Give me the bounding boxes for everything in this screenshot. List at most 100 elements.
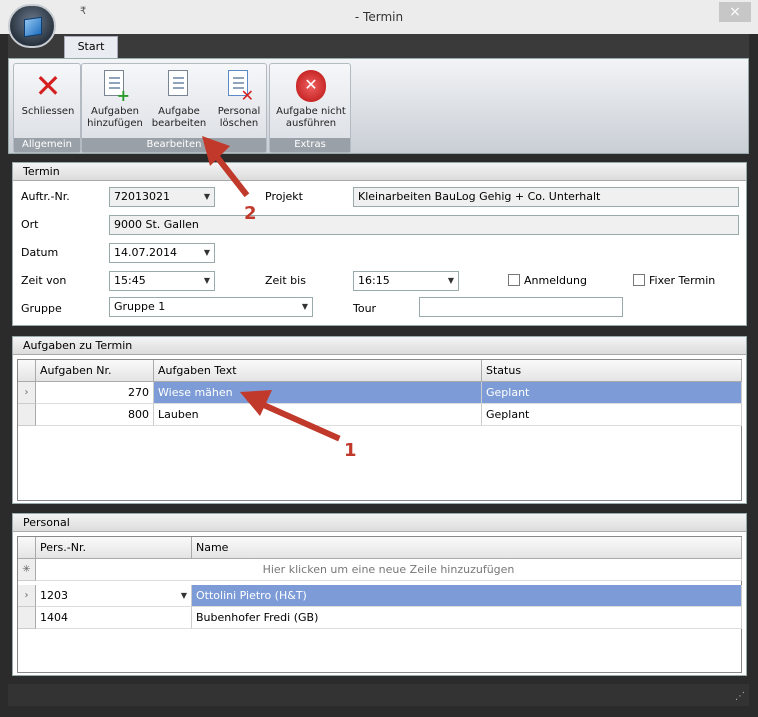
pers-nr-value: 1203 (40, 589, 68, 602)
aufgaben-hinzufuegen-label-1: Aufgaben (90, 106, 139, 117)
edit-task-icon (164, 70, 194, 102)
aufgabe-bearbeiten-label-2: bearbeiten (151, 118, 207, 129)
fixer-termin-label: Fixer Termin (649, 274, 716, 287)
personal-loeschen-label-1: Personal (217, 106, 261, 117)
schliessen-button[interactable]: ✕ Schliessen (16, 66, 80, 138)
close-x-icon: ✕ (34, 67, 62, 105)
personal-header: Personal (13, 514, 746, 532)
table-row-pers-nr[interactable]: 1404 (36, 607, 192, 629)
resize-grip-icon[interactable]: ⋰ (735, 691, 745, 702)
termin-panel: Termin Auftr.-Nr. 72013021 ▼ Projekt Klei… (12, 162, 747, 326)
personal-grid: Pers.-Nr. Name ✳ Hier klicken um eine ne… (17, 536, 742, 673)
new-row-icon: ✳ (18, 559, 36, 581)
personal-loeschen-button[interactable]: ✕ Personal löschen (212, 66, 266, 138)
aufgabe-nicht-ausfuehren-label-2: ausführen (285, 118, 337, 129)
col-aufgaben-nr[interactable]: Aufgaben Nr. (36, 360, 154, 382)
personal-loeschen-label-2: löschen (219, 118, 259, 129)
table-row-name[interactable]: Bubenhofer Fredi (GB) (192, 607, 742, 629)
col-status[interactable]: Status (482, 360, 742, 382)
new-row-hint[interactable]: Hier klicken um eine neue Zeile hinzuzuf… (36, 559, 742, 581)
row-indicator-icon: › (18, 382, 36, 404)
ort-label: Ort (21, 218, 39, 231)
aufgabe-nicht-ausfuehren-label-1: Aufgabe nicht (276, 106, 346, 117)
table-row-nr[interactable]: 800 (36, 404, 154, 426)
aufgabe-bearbeiten-label-1: Aufgabe (158, 106, 200, 117)
annotation-label-1: 1 (344, 440, 357, 461)
grid-corner (18, 537, 36, 559)
row-indicator (18, 607, 36, 629)
schliessen-label: Schliessen (21, 106, 75, 117)
zeitvon-field[interactable]: 15:45 ▼ (109, 271, 215, 291)
auftr-label: Auftr.-Nr. (21, 190, 70, 203)
col-aufgaben-text[interactable]: Aufgaben Text (154, 360, 482, 382)
projekt-label: Projekt (265, 190, 303, 203)
col-pers-nr[interactable]: Pers.-Nr. (36, 537, 192, 559)
grid-corner (18, 360, 36, 382)
add-task-icon: + (100, 70, 130, 104)
aufgabe-bearbeiten-button[interactable]: Aufgabe bearbeiten (148, 66, 210, 138)
termin-header: Termin (13, 163, 746, 181)
zeitvon-value: 15:45 (114, 274, 146, 287)
table-row-status[interactable]: Geplant (482, 404, 742, 426)
tour-field[interactable] (419, 297, 623, 317)
ort-field[interactable]: 9000 St. Gallen (109, 215, 739, 235)
anmeldung-label: Anmeldung (524, 274, 587, 287)
table-row-name[interactable]: Ottolini Pietro (H&T) (192, 585, 742, 607)
row-indicator (18, 404, 36, 426)
fixer-termin-checkbox[interactable] (633, 274, 645, 286)
col-name[interactable]: Name (192, 537, 742, 559)
group-label-extras: Extras (270, 138, 350, 152)
group-label-bearbeiten: Bearbeiten (82, 138, 266, 152)
aufgaben-header: Aufgaben zu Termin (13, 337, 746, 355)
datum-label: Datum (21, 246, 59, 259)
ribbon-group-allgemein: ✕ Schliessen Allgemein (13, 63, 81, 153)
table-row-pers-nr[interactable]: 1203 ▼ (36, 585, 192, 607)
annotation-label-2: 2 (244, 203, 257, 224)
ribbon: ✕ Schliessen Allgemein + Aufgaben hinzuf… (8, 58, 749, 154)
status-bar (8, 684, 749, 706)
zeitbis-value: 16:15 (358, 274, 390, 287)
gruppe-value: Gruppe 1 (114, 300, 166, 313)
aufgaben-grid: Aufgaben Nr. Aufgaben Text Status › 270 … (17, 359, 742, 501)
auftr-nr-field[interactable]: 72013021 ▼ (109, 187, 215, 207)
application-menu-button[interactable] (8, 4, 56, 48)
chevron-down-icon: ▼ (203, 248, 210, 257)
chevron-down-icon: ▼ (447, 276, 454, 285)
table-row-text[interactable]: Lauben (154, 404, 482, 426)
app-cube-icon (24, 16, 42, 38)
table-row-text[interactable]: Wiese mähen (154, 382, 482, 404)
datum-value: 14.07.2014 (114, 246, 177, 259)
chevron-down-icon[interactable]: ▼ (181, 585, 187, 606)
window-title: - Termin (354, 10, 404, 24)
ribbon-group-extras: ✕ Aufgabe nicht ausführen Extras (269, 63, 351, 153)
ribbon-tab-strip (8, 34, 749, 58)
anmeldung-checkbox[interactable] (508, 274, 520, 286)
table-row-nr[interactable]: 270 (36, 382, 154, 404)
ribbon-group-bearbeiten: + Aufgaben hinzufügen Aufgabe bearbeiten… (81, 63, 267, 153)
auftr-nr-value: 72013021 (114, 190, 170, 203)
aufgaben-hinzufuegen-label-2: hinzufügen (87, 118, 143, 129)
zeitvon-label: Zeit von (21, 274, 67, 287)
chevron-down-icon: ▼ (203, 192, 210, 201)
chevron-down-icon: ▼ (203, 276, 210, 285)
cancel-task-icon: ✕ (296, 70, 326, 102)
aufgaben-hinzufuegen-button[interactable]: + Aufgaben hinzufügen (84, 66, 146, 138)
close-window-button[interactable]: × (719, 2, 751, 22)
zeitbis-field[interactable]: 16:15 ▼ (353, 271, 459, 291)
aufgaben-panel: Aufgaben zu Termin Aufgaben Nr. Aufgaben… (12, 336, 747, 504)
gruppe-label: Gruppe (21, 302, 62, 315)
chevron-down-icon: ▼ (301, 302, 308, 311)
aufgabe-nicht-ausfuehren-button[interactable]: ✕ Aufgabe nicht ausführen (272, 66, 350, 138)
table-row-status[interactable]: Geplant (482, 382, 742, 404)
projekt-field[interactable]: Kleinarbeiten BauLog Gehig + Co. Unterha… (353, 187, 739, 207)
annotation-arrowhead-1 (240, 390, 272, 416)
group-label-allgemein: Allgemein (14, 138, 80, 152)
zeitbis-label: Zeit bis (265, 274, 306, 287)
datum-field[interactable]: 14.07.2014 ▼ (109, 243, 215, 263)
row-indicator-icon: › (18, 585, 36, 607)
delete-personnel-icon: ✕ (224, 70, 254, 104)
gruppe-field[interactable]: Gruppe 1 ▼ (109, 297, 313, 317)
annotation-arrowhead-2 (202, 136, 230, 166)
tour-label: Tour (353, 302, 377, 315)
tab-start[interactable]: Start (64, 36, 118, 58)
